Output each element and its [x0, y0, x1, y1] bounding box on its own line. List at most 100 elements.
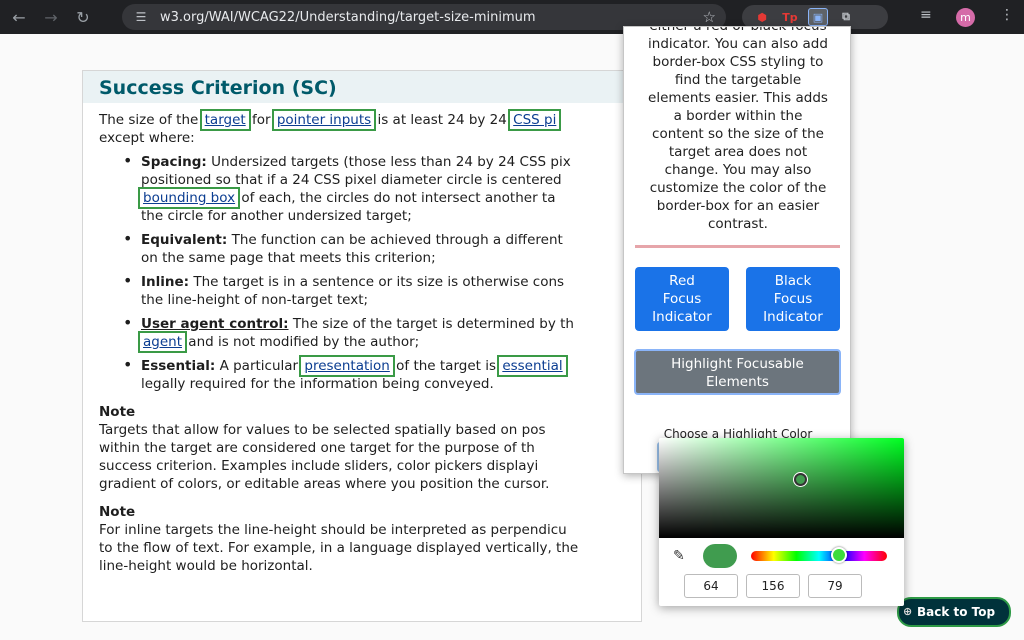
desc-line: a border within the [673, 108, 803, 124]
menu-kebab-icon[interactable]: ⋮ [1000, 7, 1014, 23]
item-label[interactable]: User agent control: [141, 316, 289, 332]
desc-line: customize the color of the [649, 180, 827, 196]
note-title: Note [99, 404, 136, 420]
desc-line: indicator. You can also add [648, 36, 828, 52]
note-line: to the flow of text. For example, in a l… [99, 540, 579, 556]
popup-divider [635, 245, 840, 248]
red-focus-indicator-button[interactable]: Red Focus Indicator [635, 267, 729, 331]
note-block: Note Targets that allow for values to be… [99, 403, 625, 493]
item-text: The size of the target is determined by … [292, 316, 574, 332]
item-text: Undersized targets (those less than 24 b… [211, 154, 571, 170]
list-item-spacing: Spacing: Undersized targets (those less … [123, 152, 625, 225]
tp-extension-icon[interactable]: Tp [780, 8, 800, 26]
hue-slider-handle[interactable] [831, 547, 847, 563]
desc-line: elements easier. This adds [648, 90, 828, 106]
eyedropper-icon[interactable]: ✎ [673, 548, 685, 564]
intro-text-for: for [251, 112, 271, 128]
note-line: Targets that allow for values to be sele… [99, 422, 546, 438]
item-text: A particular [219, 358, 299, 374]
button-line: Indicator [652, 309, 712, 325]
desc-line: find the targetable [674, 72, 802, 88]
forward-arrow-icon[interactable]: → [38, 4, 64, 30]
item-text: on the same page that meets this criteri… [141, 250, 436, 266]
link-pointer-inputs[interactable]: pointer inputs [271, 109, 377, 131]
desc-line: content so the size of the [652, 126, 824, 142]
link-target[interactable]: target [199, 109, 251, 131]
color-preview [703, 544, 737, 568]
item-label: Essential: [141, 358, 216, 374]
criterion-text: The size of the target for pointer input… [83, 103, 641, 575]
list-item-inline: Inline: The target is in a sentence or i… [123, 272, 625, 309]
desc-line: target area does not [668, 144, 808, 160]
link-agent[interactable]: agent [138, 331, 187, 353]
url-text: w3.org/WAI/WCAG22/Understanding/target-s… [160, 9, 536, 25]
note-block: Note For inline targets the line-height … [99, 503, 625, 575]
button-line: Highlight Focusable [671, 356, 804, 372]
saturation-value-area[interactable] [659, 438, 904, 538]
intro-text-mid: is at least 24 by 24 [377, 112, 507, 128]
item-text: and is not modified by the author; [188, 334, 420, 350]
button-line: Indicator [763, 309, 823, 325]
site-info-icon[interactable]: ☰ [130, 10, 152, 24]
back-arrow-icon[interactable]: ← [6, 4, 32, 30]
browser-toolbar: ← → ↻ ☰ w3.org/WAI/WCAG22/Understanding/… [0, 0, 1024, 34]
red-value-input[interactable]: 64 [684, 574, 738, 598]
page-heading: Success Criterion (SC) [83, 71, 641, 103]
highlight-focusable-button[interactable]: Highlight Focusable Elements [634, 349, 841, 395]
note-line: For inline targets the line-height shoul… [99, 522, 567, 538]
desc-line: either a red or black focus [649, 26, 827, 34]
item-text: positioned so that if a 24 CSS pixel dia… [141, 172, 562, 188]
list-item-user-agent: User agent control: The size of the targ… [123, 314, 625, 353]
desc-line: change. You may also [664, 162, 812, 178]
note-line: within the target are considered one tar… [99, 440, 535, 456]
link-presentation[interactable]: presentation [299, 355, 395, 377]
item-label: Inline: [141, 274, 190, 290]
button-line: Focus [662, 291, 702, 307]
button-line: Elements [706, 374, 769, 390]
note-line: success criterion. Examples include slid… [99, 458, 539, 474]
media-control-icon[interactable]: ≡ [920, 7, 932, 23]
color-handle[interactable] [794, 473, 807, 486]
item-text: legally required for the information bei… [141, 376, 494, 392]
hue-slider[interactable] [751, 551, 887, 561]
item-text: of each, the circles do not intersect an… [241, 190, 556, 206]
success-criterion-box: Success Criterion (SC) The size of the t… [82, 70, 642, 622]
black-focus-indicator-button[interactable]: Black Focus Indicator [746, 267, 840, 331]
reload-icon[interactable]: ↻ [70, 4, 96, 30]
pdf-extension-icon[interactable]: ⬢ [752, 8, 772, 26]
desc-line: contrast. [708, 216, 768, 232]
item-label: Equivalent: [141, 232, 228, 248]
button-line: Red [669, 273, 695, 289]
link-essential[interactable]: essential [497, 355, 568, 377]
item-text: The target is in a sentence or its size … [193, 274, 565, 290]
intro-except: except where: [99, 130, 195, 146]
bookmark-star-icon[interactable]: ☆ [703, 8, 716, 26]
back-to-top-button[interactable]: Back to Top [897, 597, 1011, 627]
item-label: Spacing: [141, 154, 207, 170]
exception-list: Spacing: Undersized targets (those less … [123, 152, 625, 393]
link-bounding-box[interactable]: bounding box [137, 187, 241, 209]
puzzle-extensions-icon[interactable]: ⧉ [836, 8, 856, 26]
button-line: Focus [773, 291, 813, 307]
item-text: the circle for another undersized target… [141, 208, 412, 224]
list-item-equivalent: Equivalent: The function can be achieved… [123, 230, 625, 267]
link-css-pixels[interactable]: CSS pi [508, 109, 562, 131]
extension-popup: either a red or black focus indicator. Y… [623, 26, 851, 474]
profile-avatar[interactable]: m [956, 8, 975, 27]
note-title: Note [99, 504, 136, 520]
blue-value-input[interactable]: 79 [808, 574, 862, 598]
button-line: Black [774, 273, 812, 289]
popup-description: either a red or black focus indicator. Y… [624, 26, 850, 233]
item-text: The function can be achieved through a d… [231, 232, 563, 248]
intro-line: The size of the target for pointer input… [99, 109, 625, 131]
target-size-extension-icon[interactable]: ▣ [808, 8, 828, 26]
desc-line: border-box for an easier [656, 198, 820, 214]
green-value-input[interactable]: 156 [746, 574, 800, 598]
color-picker-dialog: ✎ 64 156 79 [659, 438, 904, 606]
note-line: line-height would be horizontal. [99, 558, 313, 574]
item-text: of the target is [396, 358, 497, 374]
intro-text: The size of the [99, 112, 199, 128]
item-text: the line-height of non-target text; [141, 292, 369, 308]
note-line: gradient of colors, or editable areas wh… [99, 476, 550, 492]
desc-line: border-box CSS styling to [652, 54, 824, 70]
